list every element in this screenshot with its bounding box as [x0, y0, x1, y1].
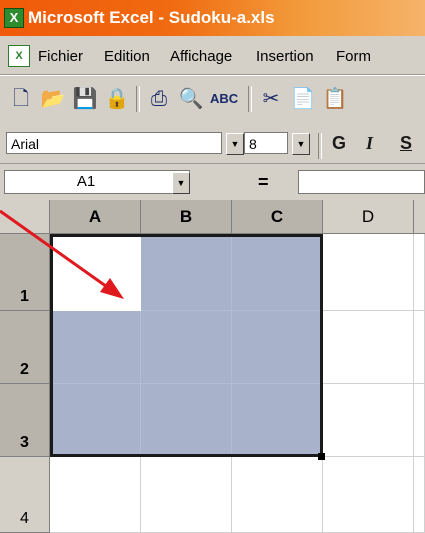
annotation-arrow	[0, 209, 124, 299]
